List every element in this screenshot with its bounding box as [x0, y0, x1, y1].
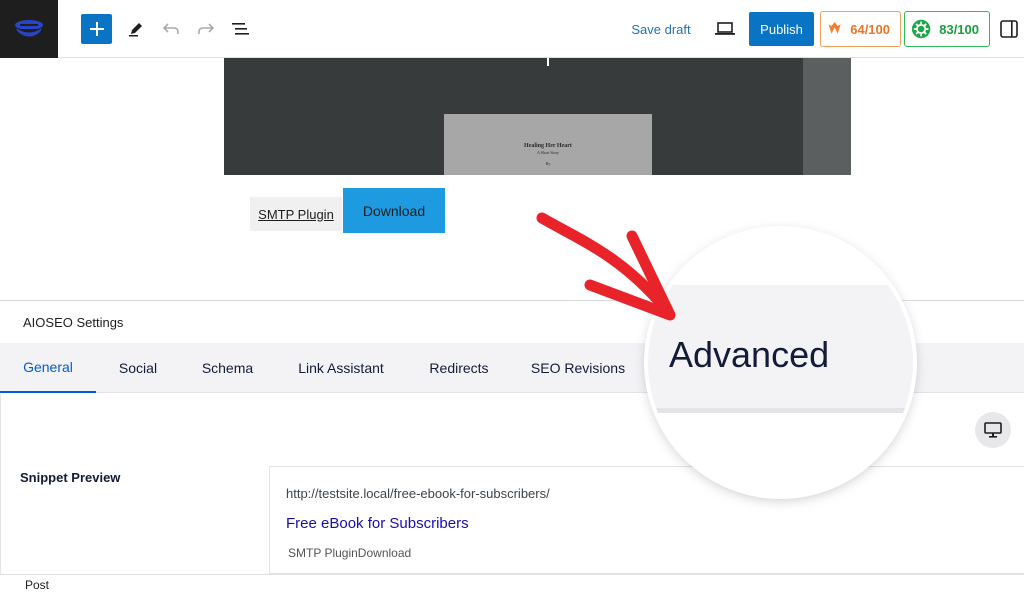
- undo-button[interactable]: [156, 14, 186, 44]
- breadcrumb[interactable]: Post: [25, 578, 49, 592]
- add-block-button[interactable]: [81, 14, 112, 44]
- desktop-monitor-icon: [984, 422, 1002, 438]
- list-view-icon: [232, 23, 249, 35]
- tab-link-assistant[interactable]: Link Assistant: [290, 343, 392, 393]
- download-button[interactable]: Download: [343, 188, 445, 233]
- media-divider: [547, 58, 549, 66]
- tools-button[interactable]: [121, 14, 151, 44]
- snippet-description: SMTP PluginDownload: [288, 546, 412, 560]
- site-logo-button[interactable]: [0, 0, 58, 58]
- pencil-icon: [129, 23, 142, 37]
- redo-icon: [198, 23, 215, 34]
- snippet-preview-label: Snippet Preview: [20, 470, 121, 485]
- media-side-panel: [803, 58, 851, 175]
- monsterinsights-score-button[interactable]: 64/100: [820, 11, 901, 47]
- aioseo-score: 83/100: [939, 21, 979, 37]
- aioseo-gear-icon: [911, 19, 931, 39]
- book-cover-image: Healing Her Heart A Short Story By: [444, 114, 652, 175]
- book-title: Healing Her Heart: [524, 143, 572, 149]
- snippet-title: Free eBook for Subscribers: [286, 515, 469, 532]
- monsterinsights-score: 64/100: [850, 21, 890, 37]
- plus-icon: [89, 22, 104, 36]
- laptop-icon: [715, 22, 735, 35]
- redo-button[interactable]: [191, 14, 221, 44]
- editor-toolbar: Save draft Publish 64/100 83/100: [0, 0, 1024, 58]
- red-arrow-annotation: [536, 212, 676, 321]
- book-author: By: [545, 161, 551, 166]
- smtp-plugin-link[interactable]: SMTP Plugin: [250, 197, 342, 231]
- settings-sidebar-toggle[interactable]: [997, 14, 1021, 44]
- preview-button[interactable]: [710, 14, 740, 44]
- book-subtitle: A Short Story: [536, 150, 559, 155]
- tab-general[interactable]: General: [0, 343, 96, 393]
- aioseo-settings-heading[interactable]: AIOSEO Settings: [23, 315, 123, 330]
- snippet-url: http://testsite.local/free-ebook-for-sub…: [286, 486, 550, 501]
- sidebar-toggle-icon: [1000, 20, 1018, 38]
- wordpress-logo-icon: [15, 20, 43, 37]
- preview-device-toggle[interactable]: [975, 412, 1011, 448]
- editor-footer: [0, 574, 1024, 596]
- tab-schema[interactable]: Schema: [190, 343, 265, 393]
- tab-seo-revisions[interactable]: SEO Revisions: [527, 343, 629, 393]
- aioseo-score-button[interactable]: 83/100: [904, 11, 990, 47]
- tab-social[interactable]: Social: [103, 343, 173, 393]
- publish-button[interactable]: Publish: [749, 12, 814, 46]
- monsterinsights-icon: [828, 22, 841, 34]
- list-view-button[interactable]: [226, 14, 256, 44]
- undo-icon: [162, 23, 179, 34]
- tab-advanced-magnified[interactable]: Advanced: [669, 334, 829, 376]
- save-draft-button[interactable]: Save draft: [626, 14, 696, 44]
- tab-redirects[interactable]: Redirects: [418, 343, 500, 393]
- media-block[interactable]: Healing Her Heart A Short Story By: [224, 58, 851, 175]
